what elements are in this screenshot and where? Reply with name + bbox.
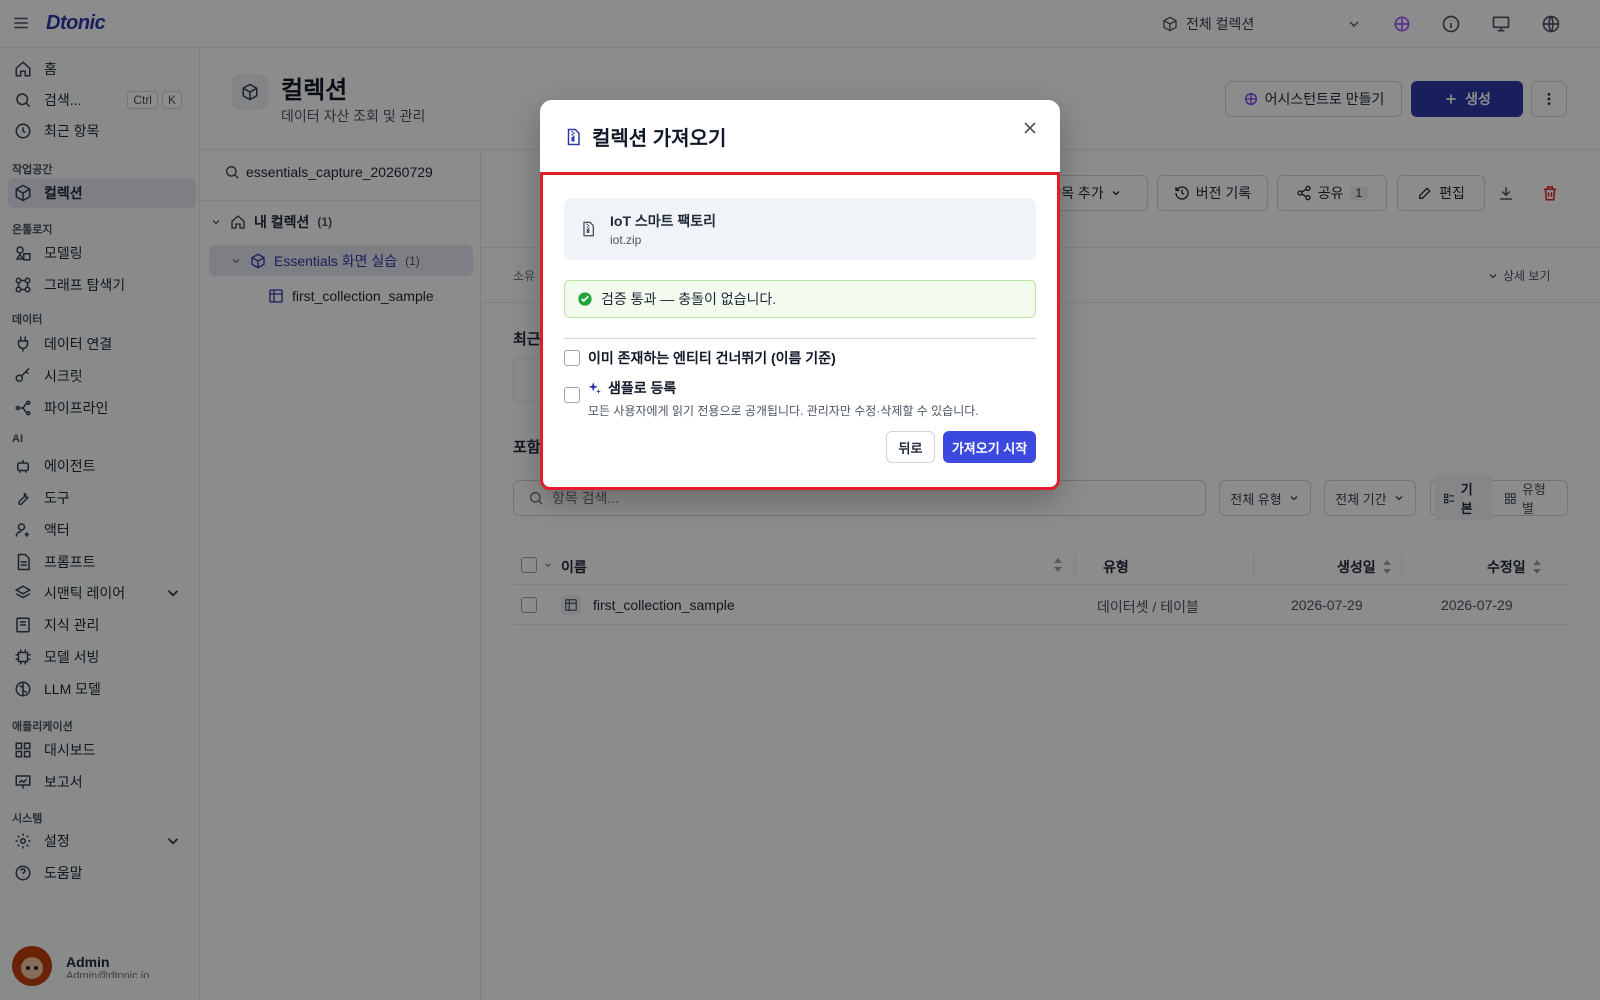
register-sample-label-wrap: 샘플로 등록 [588,378,979,398]
register-sample-option[interactable]: 샘플로 등록 모든 사용자에게 읽기 전용으로 공개됩니다. 관리자만 수정·삭… [564,378,979,419]
skip-existing-checkbox[interactable] [564,350,580,366]
file-name: iot.zip [610,233,642,247]
skip-existing-label: 이미 존재하는 엔티티 건너뛰기 (이름 기준) [588,350,836,366]
import-collection-dialog: 컬렉션 가져오기 IoT 스마트 팩토리 iot.zip 검증 통과 — 충돌이… [540,100,1060,490]
zip-file-icon [564,128,582,146]
register-sample-checkbox[interactable] [564,387,580,403]
divider [564,338,1036,339]
back-button[interactable]: 뒤로 [886,431,935,463]
register-sample-description: 모든 사용자에게 읽기 전용으로 공개됩니다. 관리자만 수정·삭제할 수 있습… [588,404,979,418]
sparkle-icon [588,381,602,395]
selected-file-card: IoT 스마트 팩토리 iot.zip [564,198,1036,260]
close-icon[interactable] [1020,118,1040,138]
register-sample-label: 샘플로 등록 [608,380,677,396]
validation-message: 검증 통과 — 충돌이 없습니다. [601,291,777,307]
validation-success-banner: 검증 통과 — 충돌이 없습니다. [564,280,1036,318]
file-title: IoT 스마트 팩토리 [610,213,717,229]
start-import-button[interactable]: 가져오기 시작 [943,431,1036,463]
dialog-title: 컬렉션 가져오기 [564,122,726,151]
zip-file-icon [580,220,596,238]
dialog-title-text: 컬렉션 가져오기 [592,128,727,150]
skip-existing-option[interactable]: 이미 존재하는 엔티티 건너뛰기 (이름 기준) [564,348,836,368]
check-circle-icon [577,291,593,307]
